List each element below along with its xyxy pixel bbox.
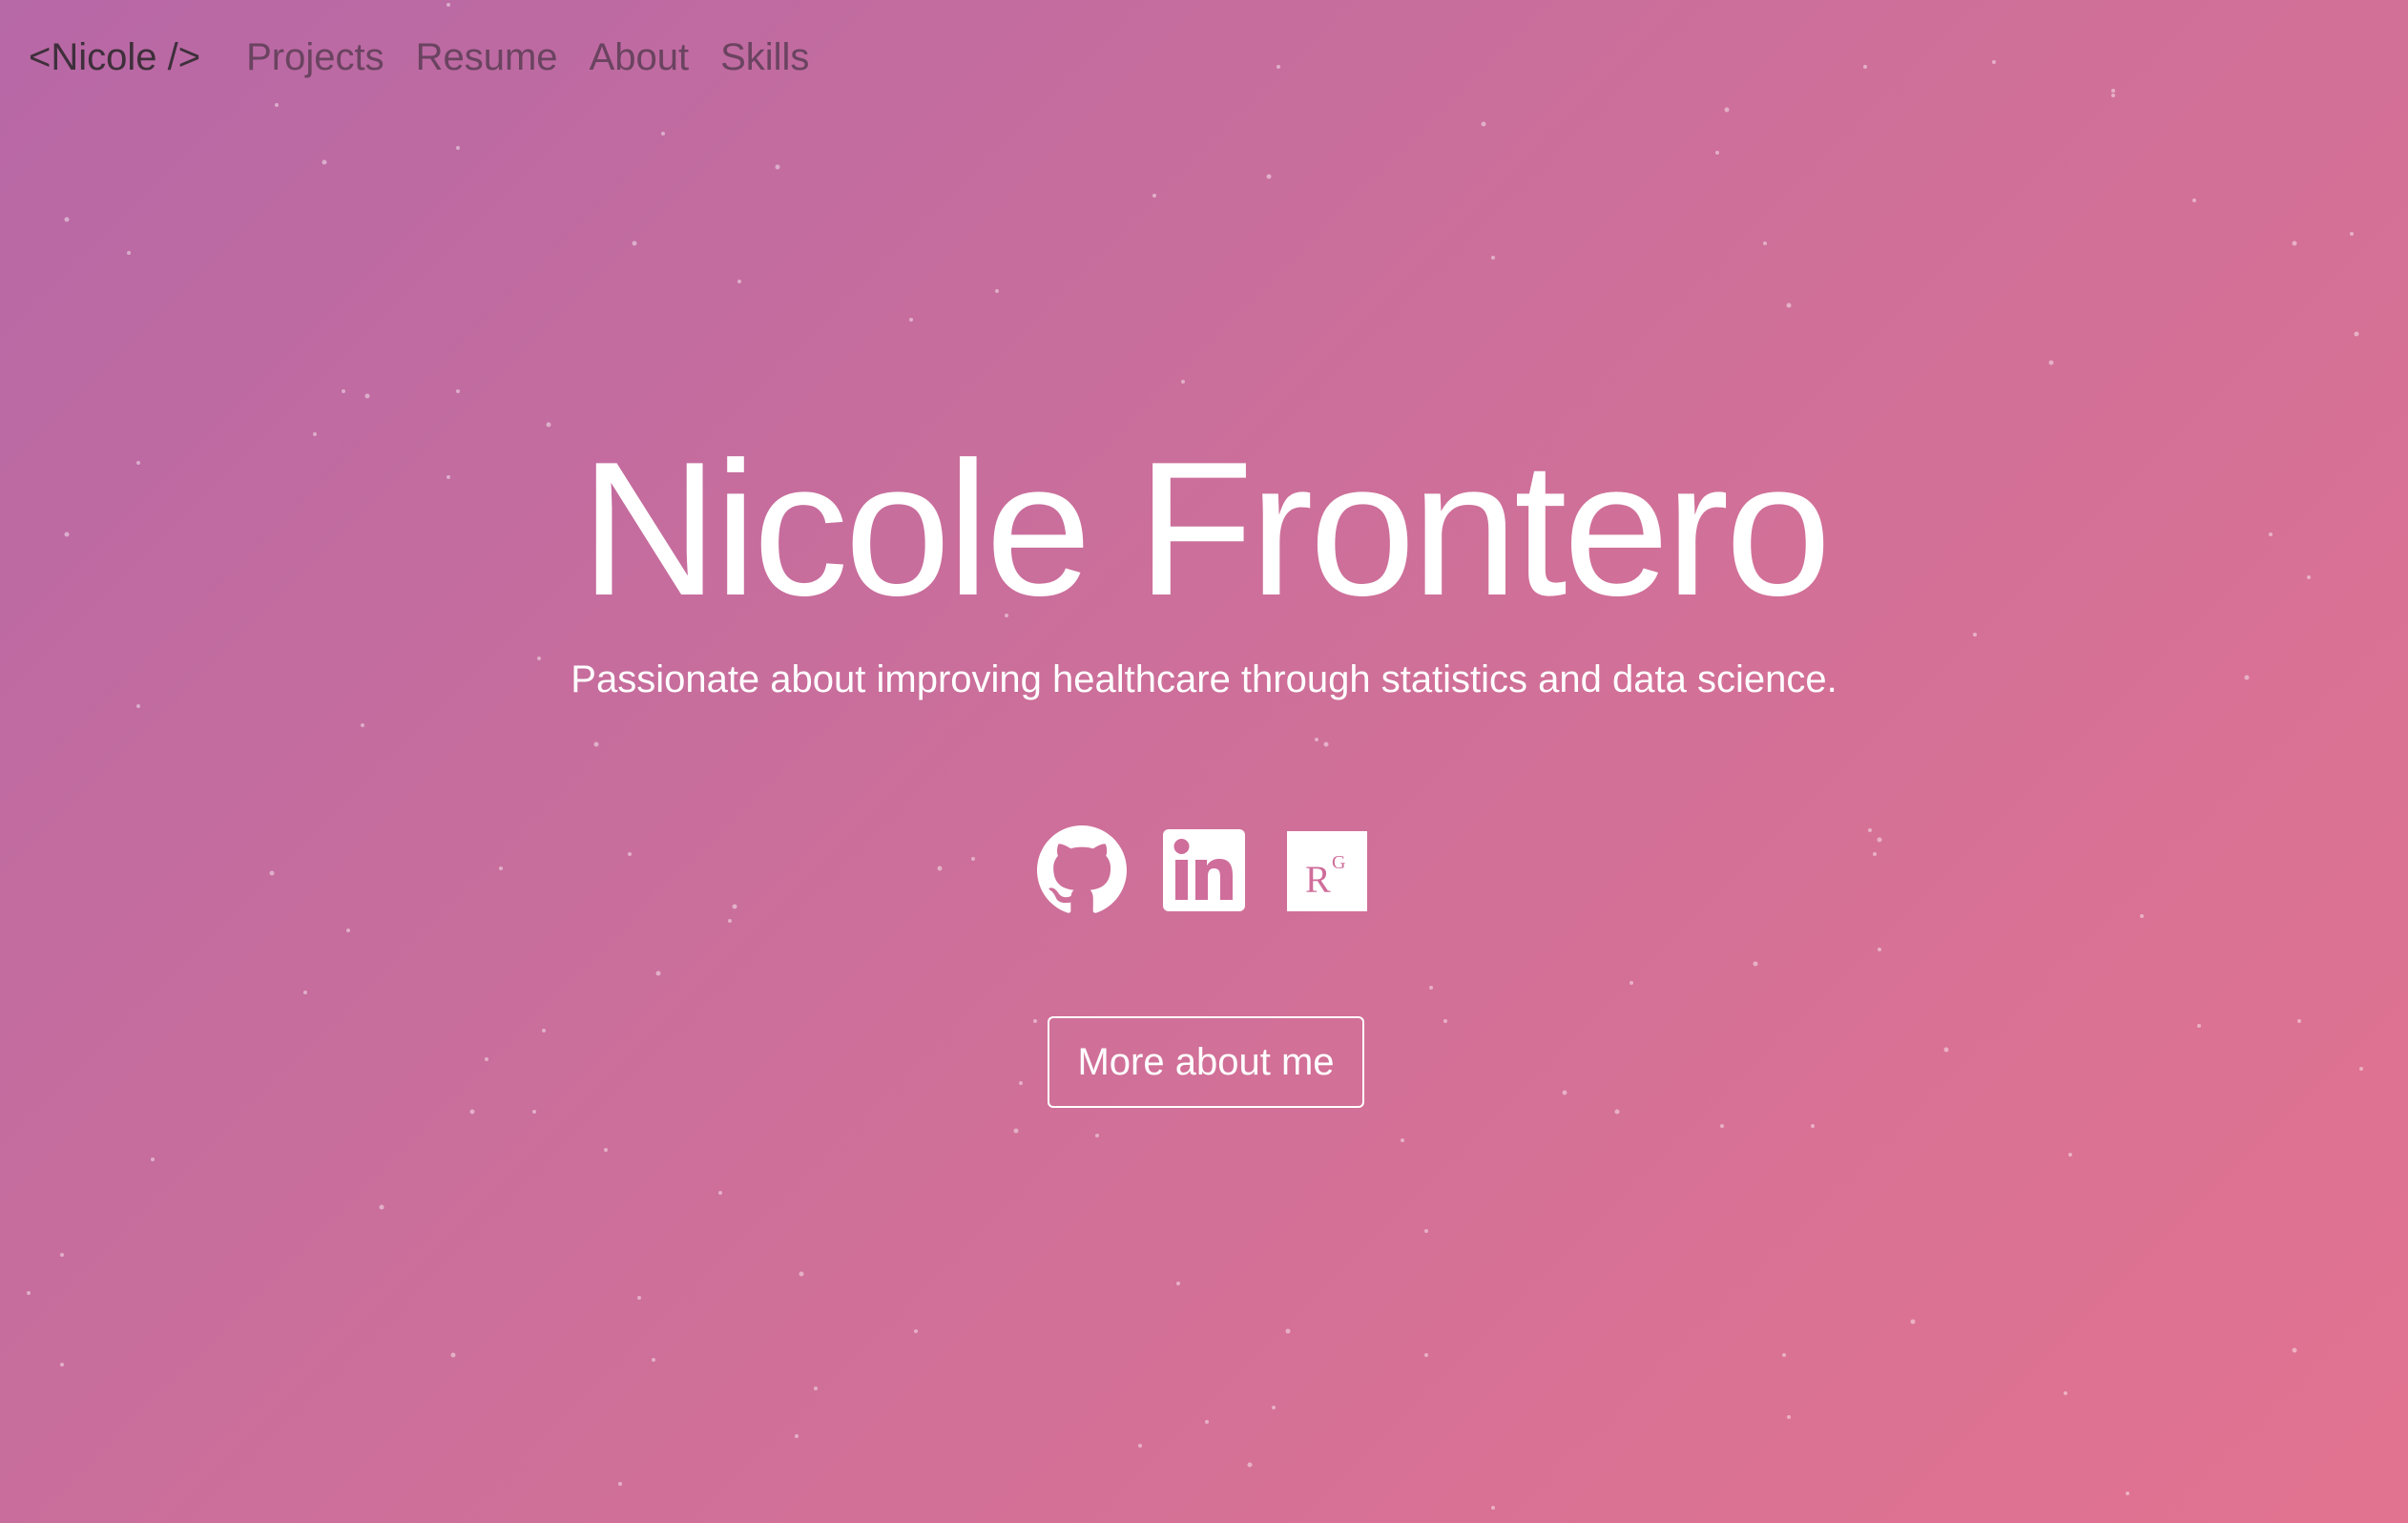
hero-title: Nicole Frontero [580, 423, 1831, 636]
social-links: R G [0, 825, 2408, 915]
github-link[interactable] [1037, 825, 1127, 915]
github-icon [1037, 825, 1127, 913]
more-about-me-button[interactable]: More about me [1048, 1016, 1364, 1108]
researchgate-link[interactable]: R G [1281, 825, 1371, 915]
hero-subtitle: Passionate about improving healthcare th… [571, 658, 1837, 700]
hero-section: Nicole Frontero Passionate about improvi… [0, 0, 2408, 1523]
researchgate-icon: R G [1287, 831, 1367, 911]
svg-text:G: G [1332, 852, 1345, 873]
linkedin-icon [1163, 829, 1245, 911]
linkedin-link[interactable] [1159, 825, 1249, 915]
svg-text:R: R [1305, 858, 1331, 901]
